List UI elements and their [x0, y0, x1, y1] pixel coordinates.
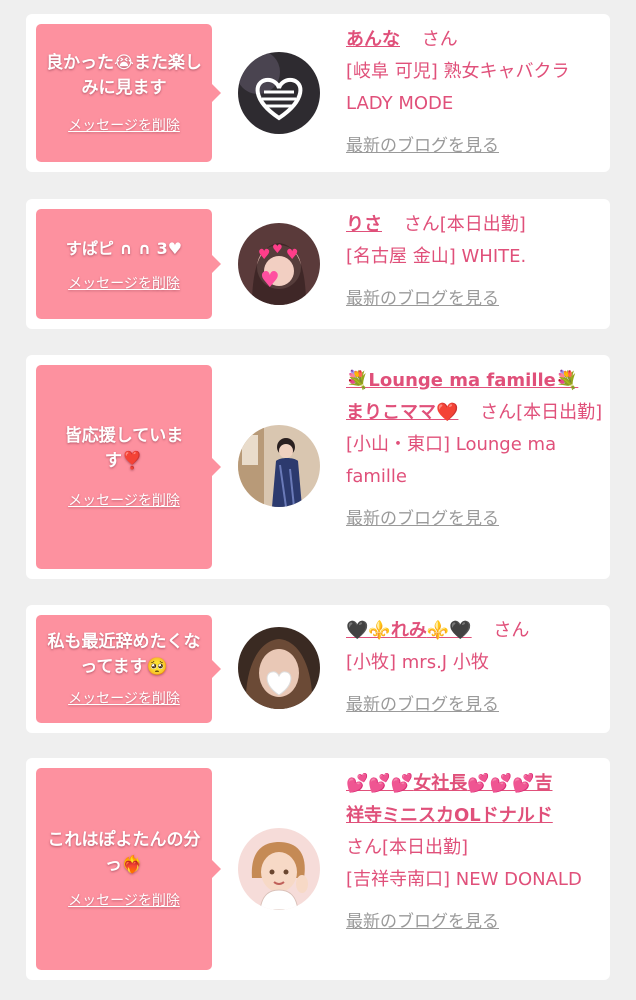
cast-info: あんな さん [岐阜 可児] 熟女キャバクラ LADY MODE 最新のブログを…: [346, 24, 604, 162]
cast-name-line: 💐Lounge ma famille💐: [346, 365, 604, 397]
latest-blog-link[interactable]: 最新のブログを見る: [346, 283, 604, 315]
delete-message-link[interactable]: メッセージを削除: [68, 490, 180, 510]
avatar[interactable]: [238, 627, 320, 709]
avatar-image: [238, 828, 320, 910]
cast-name-link[interactable]: 💕💕💕女社長💕💕💕吉: [346, 773, 553, 794]
cast-name-link[interactable]: 祥寺ミニスカOLドナルド: [346, 805, 553, 826]
cast-name-line: 💕💕💕女社長💕💕💕吉: [346, 768, 604, 800]
heart-fleur-icon: 🖤⚜️: [346, 620, 391, 641]
avatar-image: ♥ ♥ ♥ ♥: [238, 223, 320, 305]
cast-info: りさ さん[本日出勤] [名古屋 金山] WHITE. 最新のブログを見る: [346, 209, 604, 315]
store-name: [吉祥寺南口] NEW DONALD: [346, 869, 582, 890]
message-text: すぱピ ∩ ∩ 3♥: [65, 238, 183, 258]
avatar[interactable]: [238, 828, 320, 910]
store-name: [小山・東口] Lounge ma famille: [346, 434, 557, 487]
message-bubble: これはぽよたんの分っ❤️‍🔥 メッセージを削除: [36, 768, 221, 970]
delete-message-link[interactable]: メッセージを削除: [68, 115, 180, 135]
hearts-emoji-icon: 💕💕💕: [346, 773, 414, 794]
attendance-status: [本日出勤]: [382, 837, 469, 858]
avatar-image: [238, 627, 320, 709]
heart-fleur-icon: ⚜️🖤: [426, 620, 472, 641]
honorific: さん: [421, 29, 458, 50]
honorific: さん: [346, 837, 382, 858]
cast-name-link[interactable]: 🖤⚜️れみ⚜️🖤: [346, 620, 472, 641]
avatar-image: [238, 52, 320, 134]
message-text: これはぽよたんの分っ❤️‍🔥: [47, 830, 201, 875]
latest-blog-link[interactable]: 最新のブログを見る: [346, 906, 604, 938]
cast-name-link[interactable]: あんな: [346, 29, 400, 50]
cast-name-line: 祥寺ミニスカOLドナルド: [346, 800, 604, 832]
message-card: 皆応援しています❣️ メッセージを削除 💐Lounge ma famille💐 …: [26, 355, 610, 579]
cast-name-line: りさ さん[本日出勤]: [346, 209, 604, 241]
cast-name-line: 🖤⚜️れみ⚜️🖤 さん: [346, 615, 604, 647]
hearts-emoji-icon: 💕💕💕: [467, 773, 535, 794]
svg-text:♥: ♥: [260, 268, 280, 293]
avatar[interactable]: ♥ ♥ ♥ ♥: [238, 223, 320, 305]
flower-emoji-icon: 💐: [555, 370, 579, 391]
flower-emoji-icon: 💐: [346, 370, 369, 391]
cast-name-line: まりこママ❤️ さん[本日出勤]: [346, 397, 604, 429]
message-bubble: 良かった😭また楽しみに見ます メッセージを削除: [36, 24, 221, 162]
message-bubble: 皆応援しています❣️ メッセージを削除: [36, 365, 221, 569]
message-card: これはぽよたんの分っ❤️‍🔥 メッセージを削除 💕💕💕女社長💕💕💕吉 祥寺ミニス…: [26, 758, 610, 980]
avatar-image: [238, 425, 320, 507]
message-text: 私も最近辞めたくなってます🥺: [47, 632, 201, 677]
honorific: さん: [403, 214, 440, 235]
latest-blog-link[interactable]: 最新のブログを見る: [346, 130, 604, 162]
svg-text:♥: ♥: [272, 242, 283, 256]
honorific: さん: [480, 402, 517, 423]
delete-message-link[interactable]: メッセージを削除: [68, 890, 180, 910]
svg-text:♥: ♥: [258, 247, 271, 263]
attendance-status: [本日出勤]: [439, 214, 526, 235]
cast-info: 💐Lounge ma famille💐 まりこママ❤️ さん[本日出勤] [小山…: [346, 365, 604, 535]
cast-name-link[interactable]: まりこママ❤️: [346, 402, 458, 423]
avatar[interactable]: [238, 425, 320, 507]
cast-name-link[interactable]: りさ: [346, 214, 382, 235]
message-bubble: すぱピ ∩ ∩ 3♥ メッセージを削除: [36, 209, 221, 319]
cast-name-line: あんな さん: [346, 24, 604, 56]
heart-emoji-icon: ❤️: [436, 402, 459, 423]
store-name: [小牧] mrs.J 小牧: [346, 652, 489, 673]
message-text: 皆応援しています❣️: [64, 426, 184, 471]
message-text: 良かった😭また楽しみに見ます: [46, 53, 202, 98]
message-card: 良かった😭また楽しみに見ます メッセージを削除 あんな さん [岐阜 可児] 熟…: [26, 14, 610, 172]
honorific-line: さん[本日出勤]: [346, 832, 604, 864]
avatar[interactable]: [238, 52, 320, 134]
honorific: さん: [493, 620, 530, 641]
message-card: すぱピ ∩ ∩ 3♥ メッセージを削除 ♥ ♥ ♥ ♥ りさ さん[本日出勤] …: [26, 199, 610, 329]
svg-text:♥: ♥: [286, 247, 299, 263]
cast-name-link[interactable]: 💐Lounge ma famille💐: [346, 370, 578, 391]
store-name: [岐阜 可児] 熟女キャバクラ LADY MODE: [346, 61, 570, 114]
store-name: [名古屋 金山] WHITE.: [346, 246, 527, 267]
latest-blog-link[interactable]: 最新のブログを見る: [346, 689, 604, 721]
message-bubble: 私も最近辞めたくなってます🥺 メッセージを削除: [36, 615, 221, 723]
attendance-status: [本日出勤]: [516, 402, 603, 423]
message-card: 私も最近辞めたくなってます🥺 メッセージを削除 🖤⚜️れみ⚜️🖤 さん [小牧]…: [26, 605, 610, 733]
delete-message-link[interactable]: メッセージを削除: [68, 273, 180, 293]
cast-info: 💕💕💕女社長💕💕💕吉 祥寺ミニスカOLドナルド さん[本日出勤] [吉祥寺南口]…: [346, 768, 604, 938]
delete-message-link[interactable]: メッセージを削除: [68, 688, 180, 708]
cast-info: 🖤⚜️れみ⚜️🖤 さん [小牧] mrs.J 小牧 最新のブログを見る: [346, 615, 604, 721]
latest-blog-link[interactable]: 最新のブログを見る: [346, 503, 604, 535]
